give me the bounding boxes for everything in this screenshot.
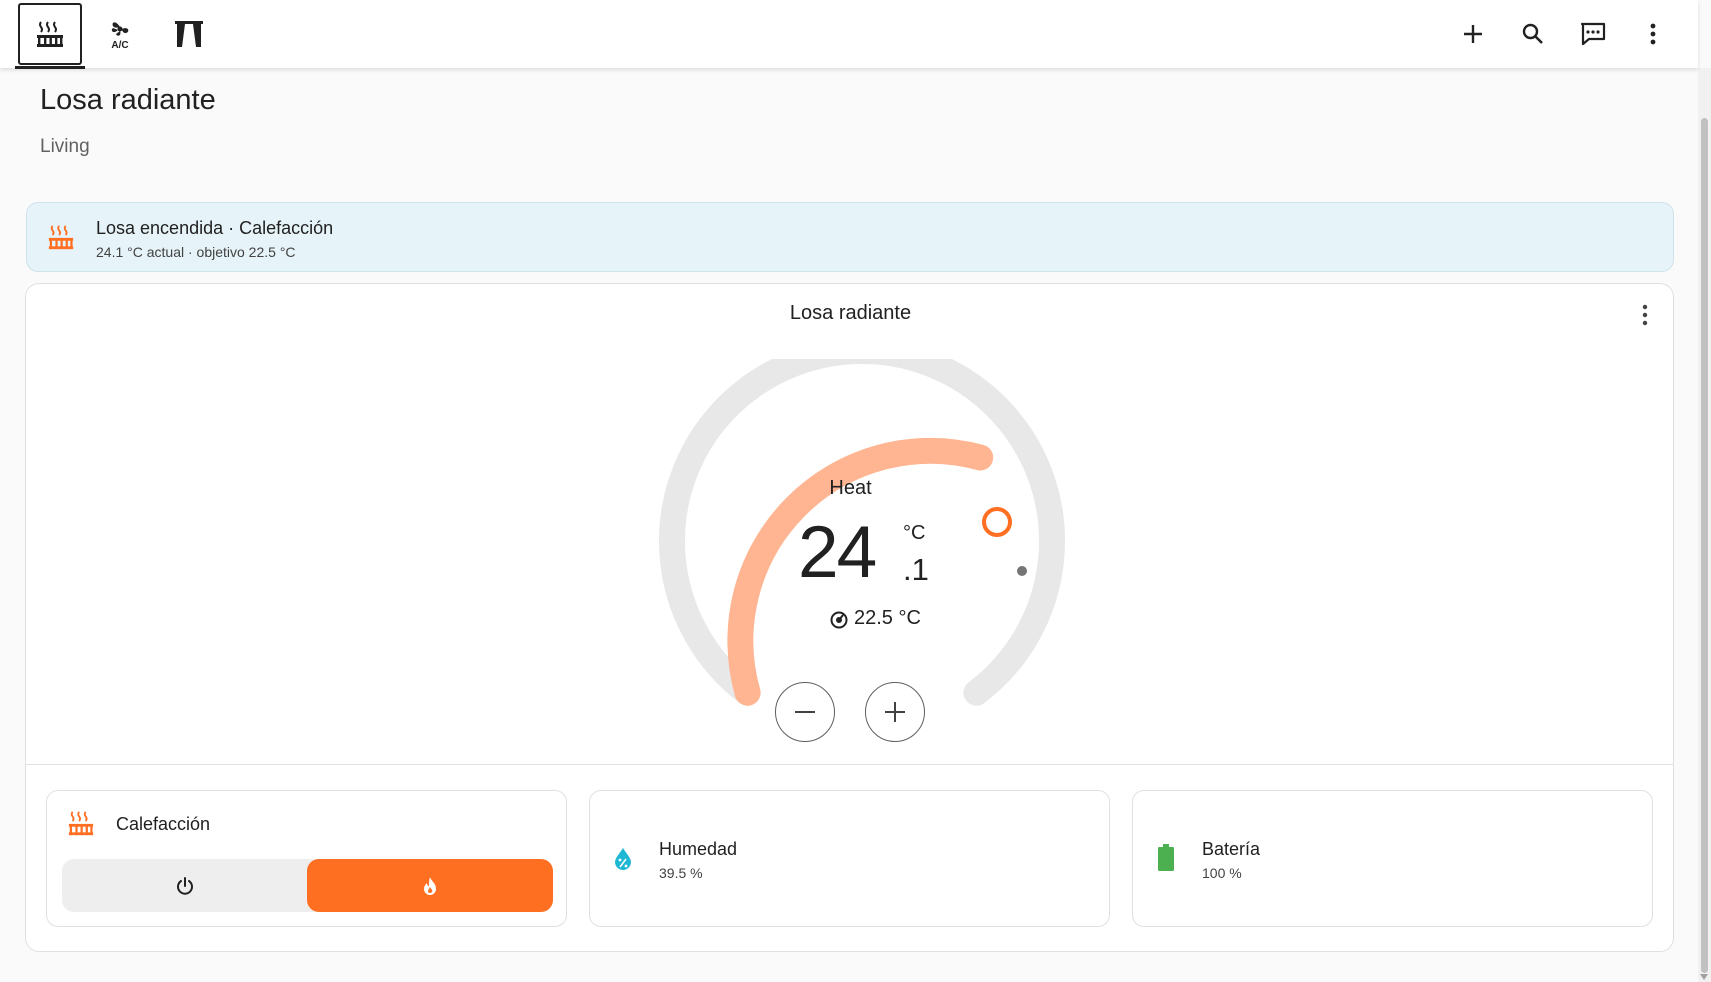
scroll-down-arrow-icon[interactable] [1700, 974, 1708, 980]
temperature-unit: °C [903, 522, 926, 544]
decrease-temperature-button[interactable] [775, 682, 835, 742]
tab-curtains[interactable] [157, 3, 221, 65]
status-detail: 24.1 °C actual · objetivo 22.5 °C [96, 244, 296, 260]
search-button[interactable] [1509, 10, 1557, 58]
humidity-name: Humedad [659, 839, 738, 859]
thermostat-name[interactable]: Losa radiante [26, 302, 1675, 325]
hvac-tile-name: Calefacción [116, 814, 211, 834]
overflow-menu-button[interactable] [1629, 10, 1677, 58]
curtains-icon [175, 21, 203, 47]
add-button[interactable] [1449, 10, 1497, 58]
scrollbar-thumb[interactable] [1701, 118, 1708, 973]
page-title: Losa radiante [40, 84, 216, 116]
target-temperature-handle[interactable] [982, 507, 1012, 537]
increase-temperature-button[interactable] [865, 682, 925, 742]
status-banner: Losa encendida · Calefacción 24.1 °C act… [26, 202, 1674, 272]
hvac-mode-tile: Calefacción [46, 790, 567, 927]
add-icon [1464, 25, 1482, 43]
humidity-tile[interactable]: Humedad 39.5 % [589, 790, 1110, 927]
radiator-icon [67, 809, 95, 842]
current-temperature-marker [1017, 566, 1027, 576]
air-conditioner-icon: A/C [111, 22, 129, 50]
scrollbar[interactable] [1698, 68, 1711, 982]
mode-heat-button[interactable] [307, 859, 553, 912]
tab-air-conditioner[interactable]: A/C [88, 3, 152, 65]
mode-off-button[interactable] [62, 859, 307, 912]
battery-name: Batería [1202, 839, 1261, 859]
battery-tile[interactable]: Batería 100 % [1132, 790, 1653, 927]
card-menu-button[interactable] [1631, 298, 1659, 332]
assist-button[interactable] [1569, 10, 1617, 58]
active-tab-indicator [15, 66, 85, 69]
more-vert-icon [1650, 23, 1656, 45]
radiator-icon [47, 223, 75, 256]
minus-icon [795, 711, 815, 713]
target-temperature: 22.5 °C [854, 607, 921, 629]
thermostat-card: Losa radiante Heat 24 °C .1 22.5 °C Cale… [25, 283, 1674, 952]
battery-value: 100 % [1202, 865, 1242, 881]
battery-icon [1157, 844, 1175, 877]
water-percent-icon [613, 847, 633, 876]
status-title: Losa encendida · Calefacción [96, 218, 334, 238]
power-icon [176, 876, 193, 895]
radiator-icon [37, 21, 63, 47]
svg-text:A/C: A/C [111, 40, 128, 50]
search-icon [1522, 23, 1543, 44]
hvac-mode-selector [62, 859, 553, 912]
current-temperature: 24 [798, 512, 877, 593]
fire-icon [424, 876, 436, 895]
more-vert-icon [1642, 304, 1648, 326]
card-divider [26, 764, 1673, 765]
hvac-mode-label: Heat [829, 477, 872, 499]
humidity-value: 39.5 % [659, 865, 703, 881]
assist-icon [1580, 22, 1606, 46]
plus-icon [885, 702, 905, 722]
current-temperature-decimal: .1 [903, 552, 929, 587]
tab-radiator[interactable] [18, 3, 82, 65]
page-subtitle: Living [40, 136, 90, 157]
top-app-bar: A/C [0, 0, 1698, 69]
